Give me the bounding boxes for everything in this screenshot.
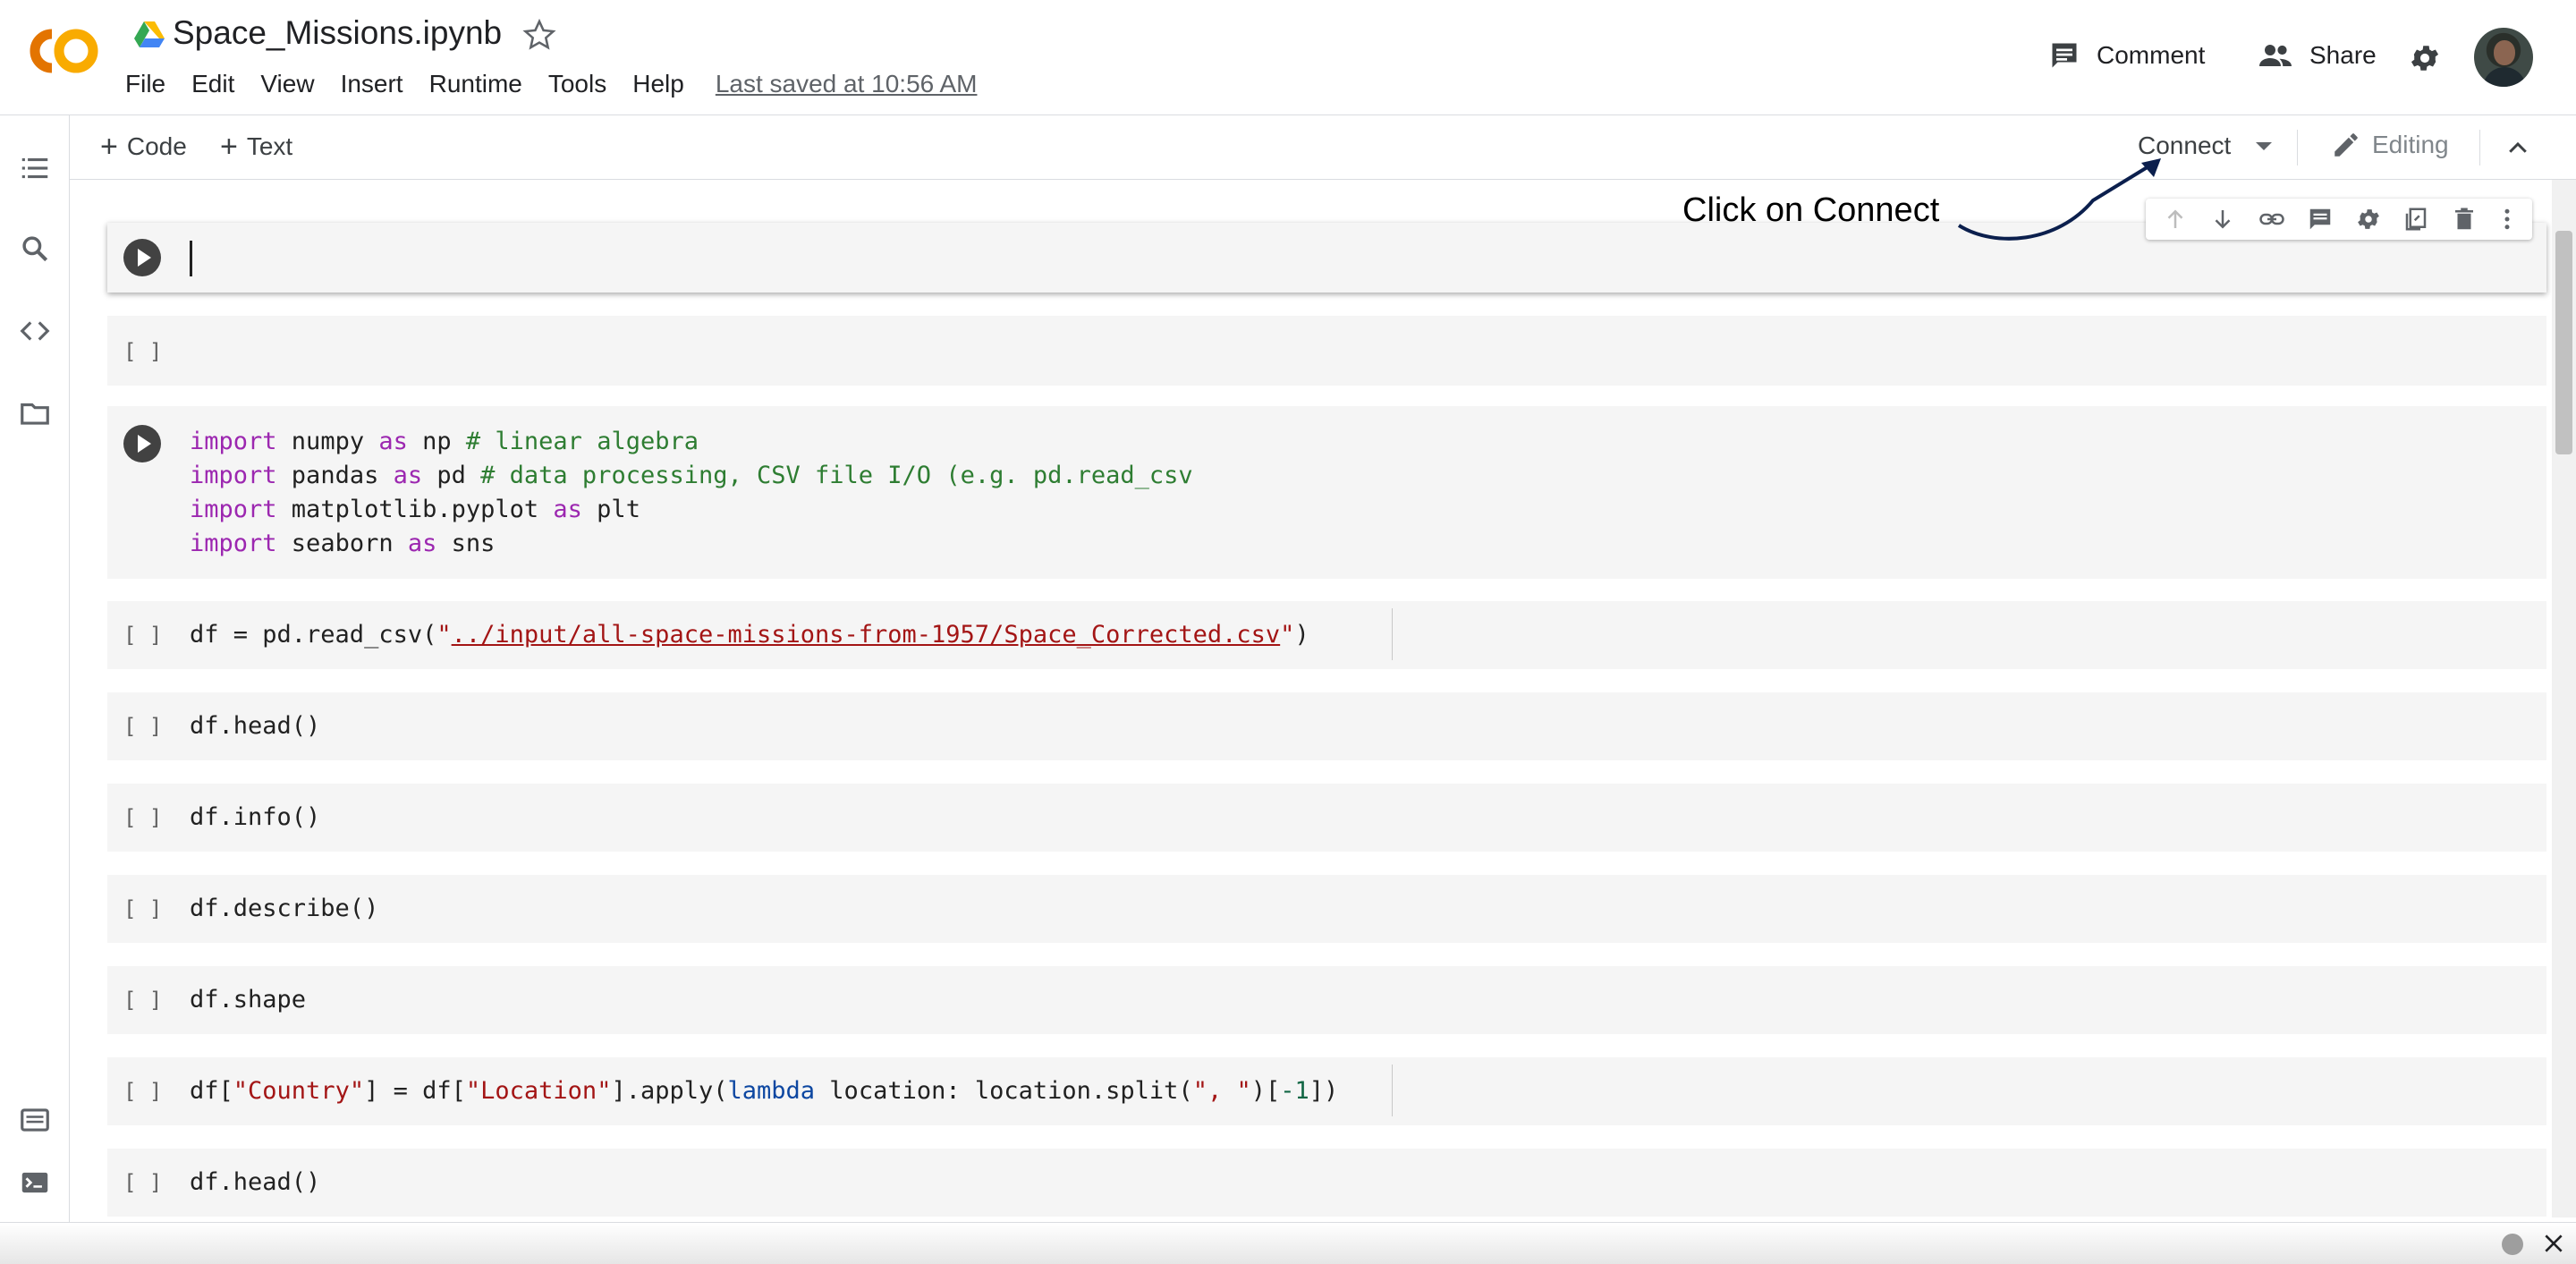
chevron-up-icon[interactable]	[2504, 135, 2531, 162]
comment-icon[interactable]	[2307, 206, 2334, 233]
runtime-status-indicator[interactable]	[2502, 1234, 2523, 1255]
link-icon[interactable]	[2258, 206, 2286, 233]
command-palette-icon[interactable]	[18, 1103, 52, 1137]
settings-gear-icon[interactable]	[2408, 41, 2442, 75]
add-code-cell-button[interactable]: + Code	[100, 131, 187, 162]
line-length-ruler	[1392, 1065, 1393, 1116]
text-cursor	[190, 241, 192, 276]
colab-logo-icon[interactable]	[25, 25, 100, 77]
add-text-cell-button[interactable]: + Text	[220, 131, 292, 162]
status-bar	[0, 1222, 2576, 1264]
editing-label: Editing	[2372, 131, 2449, 158]
last-saved-link[interactable]: Last saved at 10:56 AM	[716, 70, 978, 98]
run-cell-button[interactable]: [ ]	[123, 1170, 162, 1195]
plus-icon: +	[220, 130, 238, 164]
code-cell[interactable]: [ ]	[107, 316, 2546, 386]
share-button[interactable]: Share	[2258, 39, 2377, 72]
notebook-title[interactable]: Space_Missions.ipynb	[173, 14, 502, 52]
google-drive-icon[interactable]	[134, 21, 165, 48]
app-header: Space_Missions.ipynb File Edit View Inse…	[0, 0, 2576, 115]
code-editor[interactable]: df = pd.read_csv("../input/all-space-mis…	[190, 618, 1309, 652]
comment-label: Comment	[2097, 41, 2206, 69]
menu-tools[interactable]: Tools	[548, 70, 606, 98]
comment-icon	[2052, 43, 2077, 68]
code-cell[interactable]: [ ] df.describe()	[107, 875, 2546, 943]
cell-toolbar	[2146, 199, 2532, 240]
delete-trash-icon[interactable]	[2451, 206, 2478, 233]
code-editor[interactable]: df.describe()	[190, 892, 378, 926]
run-cell-button[interactable]: [ ]	[123, 714, 162, 739]
code-cell[interactable]: [ ] df = pd.read_csv("../input/all-space…	[107, 601, 2546, 669]
run-cell-button[interactable]: [ ]	[123, 339, 162, 364]
left-sidebar	[0, 115, 70, 1263]
menu-insert[interactable]: Insert	[341, 70, 403, 98]
arrow-up-icon[interactable]	[2162, 206, 2189, 233]
files-folder-icon[interactable]	[18, 396, 52, 430]
people-icon	[2259, 45, 2292, 66]
menu-runtime[interactable]: Runtime	[429, 70, 522, 98]
comment-button[interactable]: Comment	[2048, 39, 2205, 72]
terminal-icon[interactable]	[18, 1166, 52, 1200]
run-cell-button[interactable]	[123, 425, 161, 462]
mirror-cell-icon[interactable]	[2402, 206, 2429, 233]
pencil-icon	[2334, 133, 2358, 157]
toolbar-divider	[2297, 130, 2298, 165]
code-cell[interactable]: [ ] df.info()	[107, 784, 2546, 852]
run-cell-button[interactable]: [ ]	[123, 896, 162, 921]
gear-icon[interactable]	[2355, 206, 2382, 233]
run-cell-button[interactable]: [ ]	[123, 623, 162, 648]
code-editor[interactable]: df.shape	[190, 983, 306, 1017]
menu-file[interactable]: File	[125, 70, 165, 98]
close-icon[interactable]	[2542, 1232, 2565, 1255]
menu-view[interactable]: View	[260, 70, 314, 98]
editing-mode-button[interactable]: Editing	[2331, 130, 2449, 160]
search-icon[interactable]	[18, 232, 52, 266]
notebook-cells: [ ] import numpy as np # linear algebra …	[70, 180, 2552, 1217]
share-label: Share	[2309, 41, 2377, 69]
code-cell[interactable]: [ ] df.shape	[107, 966, 2546, 1034]
code-cell[interactable]: [ ] df.head()	[107, 1149, 2546, 1217]
annotation-arrow-icon	[1957, 158, 2161, 241]
run-cell-button[interactable]	[123, 239, 161, 276]
code-editor[interactable]: df.info()	[190, 801, 320, 835]
add-text-label: Text	[246, 132, 293, 160]
toolbar-divider	[2479, 130, 2480, 165]
run-cell-button[interactable]: [ ]	[123, 1079, 162, 1104]
menu-help[interactable]: Help	[632, 70, 684, 98]
more-vert-icon[interactable]	[2498, 206, 2516, 233]
plus-icon: +	[100, 130, 118, 164]
code-cell[interactable]: [ ] df["Country"] = df["Location"].apply…	[107, 1057, 2546, 1125]
vertical-scrollbar-thumb[interactable]	[2555, 231, 2572, 454]
menu-bar: File Edit View Insert Runtime Tools Help…	[125, 70, 977, 98]
run-cell-button[interactable]: [ ]	[123, 805, 162, 830]
notebook-toolbar: + Code + Text Connect Editing	[70, 115, 2576, 180]
code-editor[interactable]: df["Country"] = df["Location"].apply(lam…	[190, 1074, 1338, 1108]
user-avatar[interactable]	[2474, 28, 2533, 87]
line-length-ruler	[1392, 608, 1393, 660]
add-code-label: Code	[126, 132, 187, 160]
menu-edit[interactable]: Edit	[191, 70, 234, 98]
table-of-contents-icon[interactable]	[18, 151, 52, 185]
star-icon[interactable]	[522, 18, 556, 52]
code-editor[interactable]: import numpy as np # linear algebra impo…	[190, 425, 1193, 561]
code-cell-imports[interactable]: import numpy as np # linear algebra impo…	[107, 406, 2546, 579]
code-snippets-icon[interactable]	[18, 314, 52, 348]
code-cell[interactable]: [ ] df.head()	[107, 692, 2546, 760]
run-cell-button[interactable]: [ ]	[123, 988, 162, 1013]
code-editor[interactable]: df.head()	[190, 709, 320, 743]
code-editor[interactable]: df.head()	[190, 1166, 320, 1200]
chevron-down-icon[interactable]	[2256, 141, 2273, 150]
annotation-label: Click on Connect	[1682, 191, 1940, 229]
arrow-down-icon[interactable]	[2209, 206, 2236, 233]
